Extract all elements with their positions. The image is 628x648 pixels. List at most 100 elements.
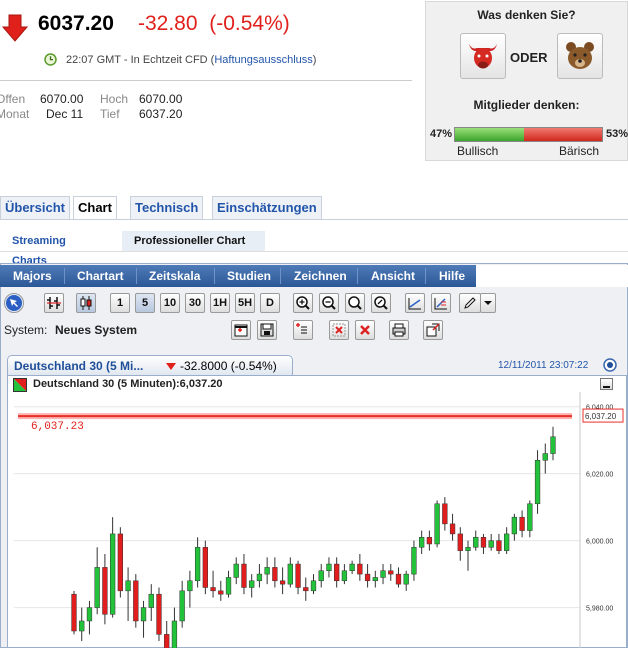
tab-technisch[interactable]: Technisch: [130, 196, 204, 219]
candle-body: [480, 537, 487, 548]
time-text: 22:07 GMT - In Echtzeit CFD (: [66, 54, 215, 66]
candlestick-button[interactable]: [76, 293, 96, 313]
last-price: 6037.20: [38, 12, 114, 35]
save-icon: [260, 323, 274, 337]
menu-separator: [280, 268, 281, 284]
menu-hilfe[interactable]: Hilfe: [439, 265, 465, 287]
ohlc-bars-button[interactable]: [44, 293, 64, 313]
new-chart-icon: [234, 324, 248, 337]
tab-bar: Übersicht Chart Technisch Einschätzungen: [0, 196, 628, 220]
bear-fill: [524, 128, 602, 141]
chevron-down-icon: [484, 301, 492, 305]
pencil-icon: [464, 297, 476, 309]
price-change-pct: (-0.54%): [209, 12, 290, 35]
candle-body: [303, 587, 309, 592]
or-text: ODER: [510, 50, 548, 65]
bull-icon: [469, 44, 497, 69]
delete-button[interactable]: [355, 320, 375, 340]
candle-body: [349, 563, 355, 571]
series-label: Deutschland 30 (5 Minuten):6,037.20: [33, 378, 223, 390]
candlestick-icon: [80, 296, 92, 310]
y-tick-label: 6,020.00: [586, 472, 613, 479]
low-value: 6037.20: [139, 107, 183, 121]
chart-tab[interactable]: Deutschland 30 (5 Mi... -32.8000 (-0.54%…: [7, 355, 293, 376]
pencil-button[interactable]: [459, 293, 481, 313]
timeframe-5[interactable]: 5: [135, 293, 155, 313]
trendline-button[interactable]: [405, 293, 425, 313]
chart-tab-name: Deutschland 30 (5 Mi...: [14, 359, 144, 373]
zoom-reset-button[interactable]: [371, 293, 391, 313]
menu-studien[interactable]: Studien: [227, 265, 271, 287]
candle-body: [542, 453, 548, 461]
remove-indicator-icon: [332, 323, 346, 337]
menu-zeitskala[interactable]: Zeitskala: [149, 265, 200, 287]
bull-fill: [455, 128, 525, 141]
tab-einschaetzungen[interactable]: Einschätzungen: [212, 196, 322, 219]
close-icon: [360, 325, 370, 335]
candle-body: [164, 634, 170, 648]
remove-indicator-button[interactable]: [329, 320, 349, 340]
timeframe-d[interactable]: D: [260, 293, 280, 313]
candle-body: [79, 620, 85, 632]
menu-majors[interactable]: Majors: [13, 265, 52, 287]
menu-ansicht[interactable]: Ansicht: [371, 265, 415, 287]
candle-body: [380, 570, 386, 578]
save-chart-button[interactable]: [257, 320, 277, 340]
candle-body: [295, 563, 301, 588]
system-label: System:: [4, 323, 48, 337]
tab-chart[interactable]: Chart: [73, 196, 117, 220]
candle-body: [194, 547, 201, 582]
zoom-in-button[interactable]: [293, 293, 313, 313]
candle-body: [117, 533, 123, 592]
timeframe-10[interactable]: 10: [160, 293, 180, 313]
bull-vote-button[interactable]: [460, 33, 506, 79]
timeframe-1[interactable]: 1: [110, 293, 130, 313]
zoom-out-button[interactable]: [319, 293, 339, 313]
candle-body: [287, 563, 293, 585]
disclaimer-link[interactable]: Haftungsausschluss: [214, 54, 312, 66]
month-label: Monat: [0, 107, 30, 121]
fibonacci-button[interactable]: [431, 293, 451, 313]
menu-zeichnen[interactable]: Zeichnen: [294, 265, 347, 287]
down-arrow-icon: [2, 14, 28, 42]
pointer-tool-button[interactable]: [4, 293, 24, 313]
minimize-panel-button[interactable]: [600, 378, 613, 390]
draw-dropdown-button[interactable]: [480, 293, 496, 313]
candle-body: [109, 533, 116, 615]
chart-options-icon[interactable]: [603, 358, 617, 372]
candle-body: [202, 547, 208, 588]
timeframe-30[interactable]: 30: [185, 293, 205, 313]
chart-tab-change: -32.8000 (-0.54%): [180, 359, 277, 373]
print-button[interactable]: [389, 320, 409, 340]
candle-body: [310, 580, 317, 592]
down-triangle-icon: [166, 363, 176, 370]
add-indicator-button[interactable]: [293, 320, 313, 340]
zoom-fit-button[interactable]: [345, 293, 365, 313]
tab-uebersicht[interactable]: Übersicht: [0, 196, 70, 219]
subtab-professional[interactable]: Professioneller Chart: [122, 231, 265, 251]
zoom-reset-icon: [374, 296, 388, 310]
ohlc-bars-icon: [47, 297, 61, 309]
candle-body: [341, 570, 348, 582]
menu-chartart[interactable]: Chartart: [77, 265, 124, 287]
members-think: Mitglieder denken:: [473, 98, 580, 112]
timeframe-1h[interactable]: 1H: [210, 293, 230, 313]
candle-body: [364, 573, 371, 582]
candle-body: [249, 580, 255, 588]
zoom-in-icon: [296, 296, 310, 310]
candle-body: [187, 580, 193, 592]
trendline-icon: [408, 298, 421, 310]
bear-vote-button[interactable]: [557, 33, 603, 79]
zoom-fit-icon: [348, 296, 362, 310]
last-price-tag: 6,037.20: [585, 412, 617, 421]
new-chart-button[interactable]: [231, 320, 251, 340]
candle-body: [179, 590, 185, 622]
candle-body: [434, 503, 440, 545]
candle-body: [272, 567, 278, 582]
candle-body: [527, 503, 533, 531]
popout-button[interactable]: [423, 320, 443, 340]
chart-datetime: 12/11/2011 23:07:22: [498, 360, 589, 371]
candle-body: [457, 533, 463, 551]
subtab-streaming[interactable]: Streaming Charts: [12, 231, 66, 267]
timeframe-5h[interactable]: 5H: [235, 293, 255, 313]
